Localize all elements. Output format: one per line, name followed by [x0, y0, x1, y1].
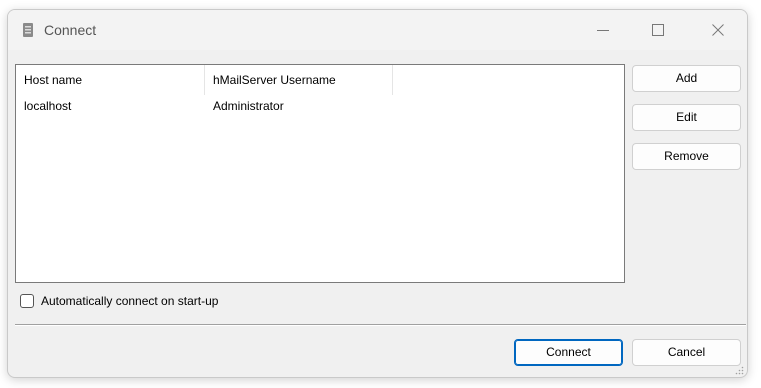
server-icon [22, 22, 34, 38]
resize-grip-icon[interactable] [734, 364, 744, 375]
minimize-button[interactable] [580, 10, 626, 50]
connect-dialog: Connect Host name hMailServer Username l… [7, 9, 748, 378]
minimize-icon [597, 30, 609, 31]
edit-button[interactable]: Edit [632, 104, 741, 131]
list-row[interactable]: localhost Administrator [16, 95, 624, 117]
add-button[interactable]: Add [632, 65, 741, 92]
row-username: Administrator [213, 99, 284, 113]
separator [15, 324, 746, 326]
cancel-button[interactable]: Cancel [632, 339, 741, 366]
close-button[interactable] [695, 10, 741, 50]
maximize-icon [652, 24, 664, 36]
remove-button[interactable]: Remove [632, 143, 741, 170]
server-list[interactable]: Host name hMailServer Username localhost… [15, 64, 625, 283]
maximize-button[interactable] [635, 10, 681, 50]
connect-button[interactable]: Connect [514, 339, 623, 366]
window-title: Connect [44, 22, 97, 38]
title-bar[interactable]: Connect [8, 10, 747, 50]
column-header-host-name[interactable]: Host name [16, 65, 205, 95]
auto-connect-checkbox[interactable] [20, 294, 34, 308]
row-host-name: localhost [24, 99, 72, 113]
close-icon [712, 24, 724, 36]
auto-connect-label[interactable]: Automatically connect on start-up [41, 293, 218, 309]
column-header-username[interactable]: hMailServer Username [205, 65, 393, 95]
